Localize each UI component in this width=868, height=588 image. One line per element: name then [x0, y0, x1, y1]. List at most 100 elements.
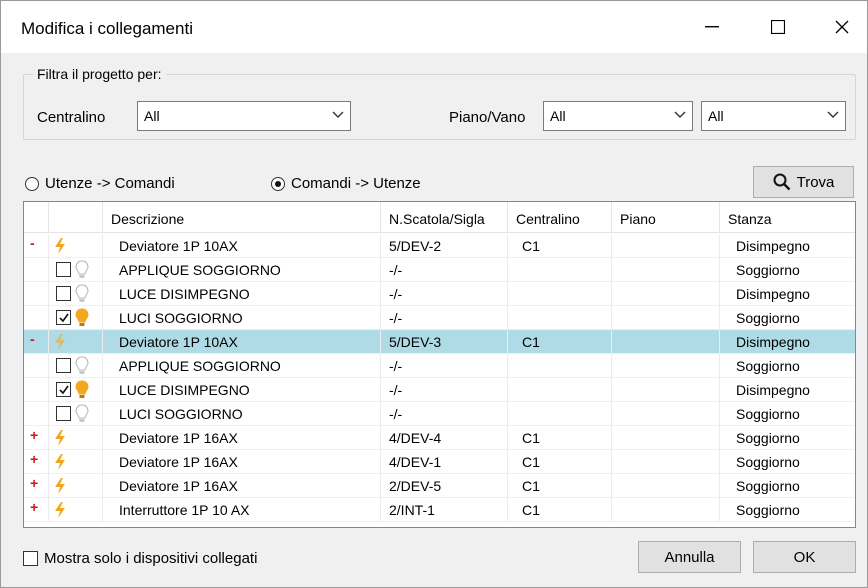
link-checkbox[interactable]: [56, 262, 71, 277]
table-row[interactable]: APPLIQUE SOGGIORNO -/- Soggiorno: [24, 258, 855, 282]
link-checkbox[interactable]: [56, 382, 71, 397]
cell-stanza: Soggiorno: [736, 310, 800, 326]
link-checkbox[interactable]: [56, 358, 71, 373]
cell-sigla: -/-: [381, 402, 508, 426]
cell-sigla: -/-: [381, 258, 508, 282]
chevron-down-icon: [827, 111, 839, 118]
cell-desc: LUCI SOGGIORNO: [103, 402, 381, 426]
cell-stanza: Soggiorno: [736, 358, 800, 374]
cancel-button[interactable]: Annulla: [638, 541, 741, 573]
cell-desc: LUCE DISIMPEGNO: [103, 282, 381, 306]
link-checkbox[interactable]: [56, 310, 71, 325]
minimize-button[interactable]: [689, 7, 735, 47]
cell-desc: Deviatore 1P 10AX: [103, 330, 381, 354]
cell-central: C1: [508, 498, 612, 522]
table-row[interactable]: + Deviatore 1P 16AX 4/DEV-4 C1 Soggiorno: [24, 426, 855, 450]
chevron-down-icon: [674, 111, 686, 118]
ok-button[interactable]: OK: [753, 541, 856, 573]
cell-piano: [612, 354, 720, 378]
grid-header: Descrizione N.Scatola/Sigla Centralino P…: [24, 202, 855, 233]
table-row[interactable]: + Interruttore 1P 10 AX 2/INT-1 C1 Soggiorno: [24, 498, 855, 522]
cell-sigla: -/-: [381, 306, 508, 330]
header-descrizione[interactable]: Descrizione: [103, 202, 381, 233]
header-sigla[interactable]: N.Scatola/Sigla: [381, 202, 508, 233]
radio-utenze-comandi[interactable]: Utenze -> Comandi: [25, 175, 175, 192]
show-connected-checkbox[interactable]: Mostra solo i dispositivi collegati: [23, 550, 257, 567]
radio-label: Comandi -> Utenze: [291, 175, 421, 192]
centralino-label: Centralino: [37, 109, 106, 126]
cell-sigla: 5/DEV-3: [381, 330, 508, 354]
dialog-window: Modifica i collegamenti Filtra il proget…: [0, 0, 868, 588]
find-button[interactable]: Trova: [753, 166, 854, 198]
cell-sigla: 4/DEV-1: [381, 450, 508, 474]
cell-stanza: Disimpegno: [736, 286, 810, 302]
cell-stanza: Disimpegno: [736, 238, 810, 254]
cell-desc: Deviatore 1P 16AX: [103, 450, 381, 474]
cell-sigla: 2/DEV-5: [381, 474, 508, 498]
bulb-on-icon: [75, 308, 89, 326]
cell-piano: [612, 330, 720, 354]
cell-stanza: Soggiorno: [736, 454, 800, 470]
radio-dot: [25, 176, 39, 191]
table-row[interactable]: APPLIQUE SOGGIORNO -/- Soggiorno: [24, 354, 855, 378]
cell-stanza: Soggiorno: [736, 478, 800, 494]
row-expander-cell: [24, 306, 49, 330]
link-checkbox[interactable]: [56, 406, 71, 421]
table-row[interactable]: + Deviatore 1P 16AX 4/DEV-1 C1 Soggiorno: [24, 450, 855, 474]
lightning-icon: [55, 430, 65, 446]
table-row[interactable]: - Deviatore 1P 10AX 5/DEV-2 C1 Disimpegno: [24, 234, 855, 258]
close-button[interactable]: [819, 7, 865, 47]
table-row[interactable]: + Deviatore 1P 16AX 2/DEV-5 C1 Soggiorno: [24, 474, 855, 498]
row-expander-cell: [24, 330, 49, 354]
header-stanza[interactable]: Stanza: [720, 202, 855, 233]
cell-piano: [612, 258, 720, 282]
expand-icon[interactable]: +: [30, 475, 38, 491]
expand-icon[interactable]: +: [30, 427, 38, 443]
cell-sigla: 2/INT-1: [381, 498, 508, 522]
cell-piano: [612, 474, 720, 498]
cell-stanza: Disimpegno: [736, 382, 810, 398]
cell-stanza: Disimpegno: [736, 334, 810, 350]
bulb-on-icon: [75, 380, 89, 398]
table-row[interactable]: LUCE DISIMPEGNO -/- Disimpegno: [24, 378, 855, 402]
lightning-icon: [55, 478, 65, 494]
radio-label: Utenze -> Comandi: [45, 175, 175, 192]
table-row[interactable]: LUCI SOGGIORNO -/- Soggiorno: [24, 402, 855, 426]
piano-select[interactable]: All: [543, 101, 693, 131]
title-bar[interactable]: Modifica i collegamenti: [1, 1, 867, 53]
cell-stanza: Soggiorno: [736, 406, 800, 422]
header-centralino[interactable]: Centralino: [508, 202, 612, 233]
centralino-select[interactable]: All: [137, 101, 351, 131]
collapse-icon[interactable]: -: [30, 331, 35, 347]
links-grid[interactable]: Descrizione N.Scatola/Sigla Centralino P…: [23, 201, 856, 528]
dialog-client: Filtra il progetto per: Centralino All P…: [1, 53, 867, 587]
header-piano[interactable]: Piano: [612, 202, 720, 233]
table-row[interactable]: - Deviatore 1P 10AX 5/DEV-3 C1 Disimpegno: [24, 330, 855, 354]
window-title: Modifica i collegamenti: [21, 19, 193, 38]
bulb-off-icon: [75, 260, 89, 278]
vano-select[interactable]: All: [701, 101, 846, 131]
cell-piano: [612, 450, 720, 474]
filter-legend: Filtra il progetto per:: [33, 66, 166, 82]
row-expander-cell: [24, 354, 49, 378]
cell-piano: [612, 306, 720, 330]
cell-central: [508, 306, 612, 330]
row-expander-cell: [24, 282, 49, 306]
bulb-off-icon: [75, 284, 89, 302]
row-expander-cell: [24, 258, 49, 282]
collapse-icon[interactable]: -: [30, 235, 35, 251]
cell-stanza: Soggiorno: [736, 262, 800, 278]
radio-comandi-utenze[interactable]: Comandi -> Utenze: [271, 175, 421, 192]
expand-icon[interactable]: +: [30, 499, 38, 515]
expand-icon[interactable]: +: [30, 451, 38, 467]
cell-sigla: -/-: [381, 282, 508, 306]
centralino-value: All: [144, 108, 160, 124]
table-row[interactable]: LUCE DISIMPEGNO -/- Disimpegno: [24, 282, 855, 306]
cell-piano: [612, 378, 720, 402]
cell-desc: APPLIQUE SOGGIORNO: [103, 258, 381, 282]
cell-central: C1: [508, 426, 612, 450]
table-row[interactable]: LUCI SOGGIORNO -/- Soggiorno: [24, 306, 855, 330]
lightning-icon: [55, 238, 65, 254]
maximize-button[interactable]: [755, 7, 801, 47]
link-checkbox[interactable]: [56, 286, 71, 301]
